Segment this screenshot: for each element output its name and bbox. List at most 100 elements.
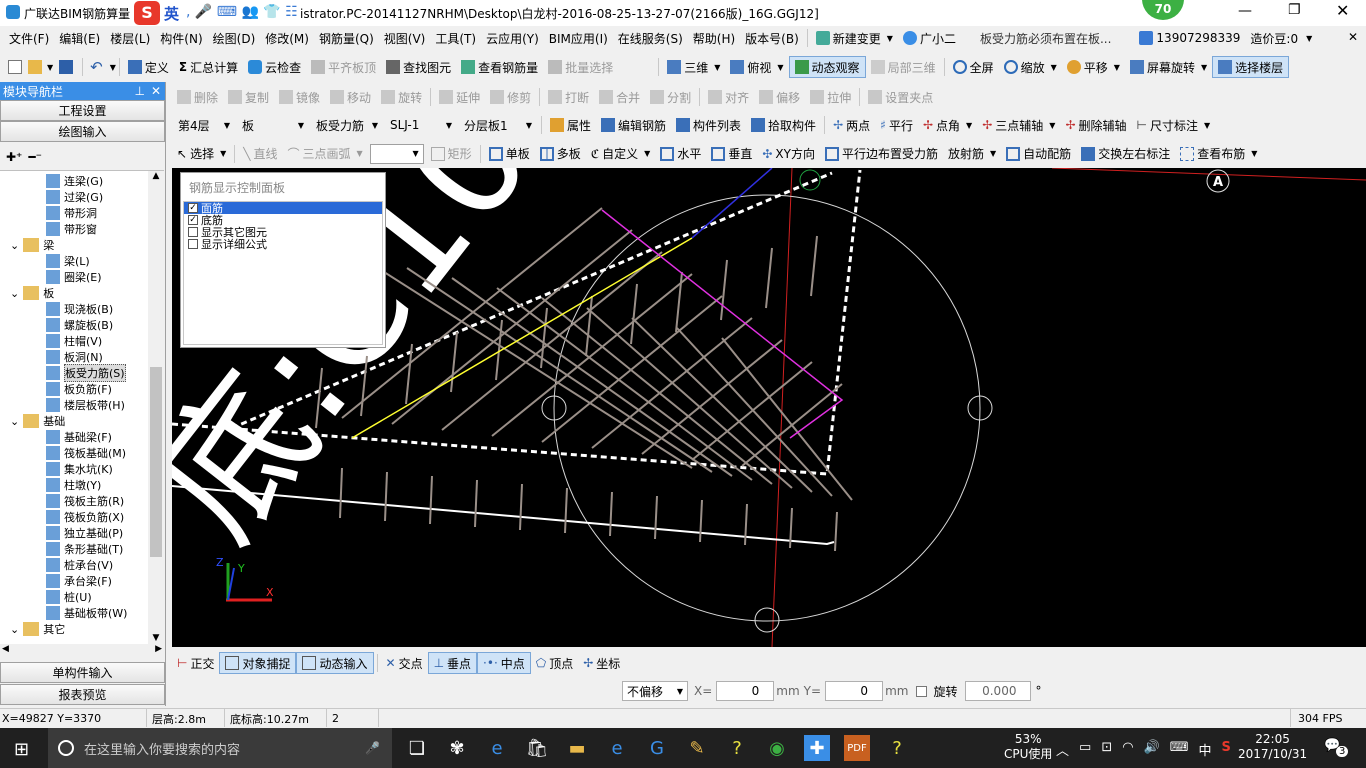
edit-tool-button[interactable]: 打断 [543, 86, 594, 108]
dynamic-input-toggle[interactable]: 动态输入 [296, 652, 374, 674]
help-app-icon[interactable]: ? [724, 735, 750, 761]
tree-item[interactable]: 基础梁(F) [2, 429, 146, 445]
zoom-button[interactable]: 缩放 ▼ [999, 56, 1062, 78]
drawing-input-button[interactable]: 绘图输入 [0, 121, 165, 142]
tree-item[interactable]: 筏板主筋(R) [2, 493, 146, 509]
tree-hscrollbar[interactable]: ◀ ▶ [0, 644, 164, 658]
menu-item[interactable]: 工具(T) [430, 27, 481, 49]
cost-beans[interactable]: 造价豆:0 [1245, 27, 1303, 49]
cost-beans-dropdown[interactable]: ▼ [1303, 27, 1312, 49]
tree-item[interactable]: 连梁(G) [2, 173, 146, 189]
delete-aux-button[interactable]: ✢ 删除辅轴 [1060, 114, 1131, 136]
menu-item[interactable]: 云应用(Y) [481, 27, 544, 49]
tree-item[interactable]: 桩(U) [2, 589, 146, 605]
auto-config-button[interactable]: 自动配筋 [1001, 143, 1076, 165]
menu-item[interactable]: 钢筋量(Q) [314, 27, 379, 49]
assistant-button[interactable]: 广小二 [898, 27, 961, 49]
chevron-down-icon[interactable]: ⌄ [10, 415, 19, 428]
tray-battery-icon[interactable]: ▭ [1079, 740, 1091, 759]
edit-tool-button[interactable]: 复制 [223, 86, 274, 108]
menu-item[interactable]: 构件(N) [155, 27, 207, 49]
pin-icon[interactable]: ⊥ [134, 84, 144, 98]
tree-item[interactable]: 筏板负筋(X) [2, 509, 146, 525]
fullscreen-button[interactable]: 全屏 [948, 56, 999, 78]
undo-icon[interactable]: ↶ [90, 58, 103, 76]
edit-tool-button[interactable]: 对齐 [703, 86, 754, 108]
scroll-thumb[interactable] [150, 367, 162, 557]
find-element-button[interactable]: 查找图元 [381, 56, 456, 78]
minimize-button[interactable]: — [1238, 3, 1252, 19]
edge-icon[interactable]: e [484, 735, 510, 761]
edit-tool-button[interactable]: 修剪 [485, 86, 536, 108]
perpendicular-snap[interactable]: ⊥ 垂点 [427, 652, 478, 674]
tree-item[interactable]: ⌄ 梁 [2, 237, 146, 253]
parallel-edge-button[interactable]: 平行边布置受力筋 [820, 143, 943, 165]
tree-item[interactable]: 梁(L) [2, 253, 146, 269]
pdf-app-icon[interactable]: PDF [844, 735, 870, 761]
layer-select[interactable]: 分层板1 ▼ [460, 115, 536, 135]
menu-item[interactable]: 修改(M) [260, 27, 314, 49]
offset-mode-select[interactable]: 不偏移 ▼ [622, 681, 688, 701]
help-app-icon-2[interactable]: ? [884, 735, 910, 761]
tree-item[interactable]: 桩承台(V) [2, 557, 146, 573]
glodon-active-icon[interactable]: ✚ [804, 735, 830, 761]
arc-button[interactable]: ⌒ 三点画弧 ▼ [282, 143, 367, 165]
single-input-button[interactable]: 单构件输入 [0, 662, 165, 683]
menu-item[interactable]: 绘图(D) [208, 27, 261, 49]
tree-item[interactable]: 过梁(G) [2, 189, 146, 205]
ime-toolbar-icons[interactable]: , 🎤 ⌨ 👥 👕 ☷ [186, 4, 298, 20]
file-explorer-icon[interactable]: ▬ [564, 735, 590, 761]
tray-ime-label[interactable]: 中 [1199, 740, 1212, 759]
sogou-ime-icon[interactable]: S [134, 1, 160, 25]
top-view-button[interactable]: 俯视 ▼ [725, 56, 788, 78]
tree-item[interactable]: 板受力筋(S) [2, 364, 146, 382]
menu-item[interactable]: 在线服务(S) [613, 27, 688, 49]
three-point-aux-button[interactable]: ✢ 三点辅轴 ▼ [977, 114, 1060, 136]
tree-item[interactable]: 螺旋板(B) [2, 317, 146, 333]
menu-item[interactable]: 帮助(H) [688, 27, 740, 49]
maximize-button[interactable]: ❐ [1288, 2, 1301, 18]
tree-item[interactable]: 基础板带(W) [2, 605, 146, 621]
cloud-check-button[interactable]: 云检查 [243, 56, 306, 78]
edit-tool-button[interactable]: 延伸 [434, 86, 485, 108]
tree-scrollbar[interactable]: ▲ ▼ [148, 171, 164, 645]
tree-item[interactable]: ⌄ 板 [2, 285, 146, 301]
chevron-down-icon[interactable]: ⌄ [10, 287, 19, 300]
edit-tool-button[interactable]: 镜像 [274, 86, 325, 108]
tree-item[interactable]: 带形窗 [2, 221, 146, 237]
batch-select-button[interactable]: 批量选择 [543, 56, 618, 78]
two-points-button[interactable]: ✢ 两点 [828, 114, 875, 136]
edit-tool-button[interactable]: 设置夹点 [863, 86, 938, 108]
dynamic-view-button[interactable]: 动态观察 [788, 56, 866, 78]
three-d-button[interactable]: 三维 ▼ [662, 56, 725, 78]
parallel-button[interactable]: ♯ 平行 [875, 114, 918, 136]
custom-button[interactable]: ℭ 自定义 ▼ [586, 143, 656, 165]
flush-top-button[interactable]: 平齐板顶 [306, 56, 381, 78]
multi-slab-button[interactable]: 多板 [535, 143, 586, 165]
expand-all-icon[interactable]: ✚⁺ [6, 150, 22, 164]
swap-marks-button[interactable]: 交换左右标注 [1076, 143, 1175, 165]
circle-grip-bottom[interactable] [754, 607, 780, 633]
drawing-canvas[interactable]: 底:C10@100 A Z Y X 钢筋显示控制面板 ✓面筋✓底筋显示其它图元 [172, 168, 1366, 647]
rotate-input[interactable]: 0.000 [965, 681, 1032, 701]
tray-network-icon[interactable]: ⊡ [1101, 740, 1112, 759]
horizontal-button[interactable]: 水平 [655, 143, 706, 165]
project-settings-button[interactable]: 工程设置 [0, 100, 165, 121]
point-angle-button[interactable]: ✢ 点角 ▼ [918, 114, 977, 136]
dimension-button[interactable]: ⊢ 尺寸标注 ▼ [1132, 114, 1216, 136]
edit-tool-button[interactable]: 移动 [325, 86, 376, 108]
menu-item[interactable]: 编辑(E) [54, 27, 105, 49]
report-preview-button[interactable]: 报表预览 [0, 684, 165, 705]
tree-item[interactable]: 条形基础(T) [2, 541, 146, 557]
phone-account[interactable]: 13907298339 [1134, 27, 1245, 49]
menu-item[interactable]: 文件(F) [4, 27, 54, 49]
pan-button[interactable]: 平移 ▼ [1062, 56, 1125, 78]
collapse-all-icon[interactable]: ━⁻ [28, 150, 42, 164]
select-floor-button[interactable]: 选择楼层 [1212, 56, 1290, 78]
rebar-option-checkbox[interactable] [188, 227, 198, 237]
name-select[interactable]: SLJ-1 ▼ [386, 115, 456, 135]
task-view-icon[interactable]: ❏ [404, 735, 430, 761]
score-badge[interactable]: 70 [1142, 0, 1184, 20]
category-select[interactable]: 板 ▼ [238, 115, 308, 135]
tree-item[interactable]: ⌄ 基础 [2, 413, 146, 429]
